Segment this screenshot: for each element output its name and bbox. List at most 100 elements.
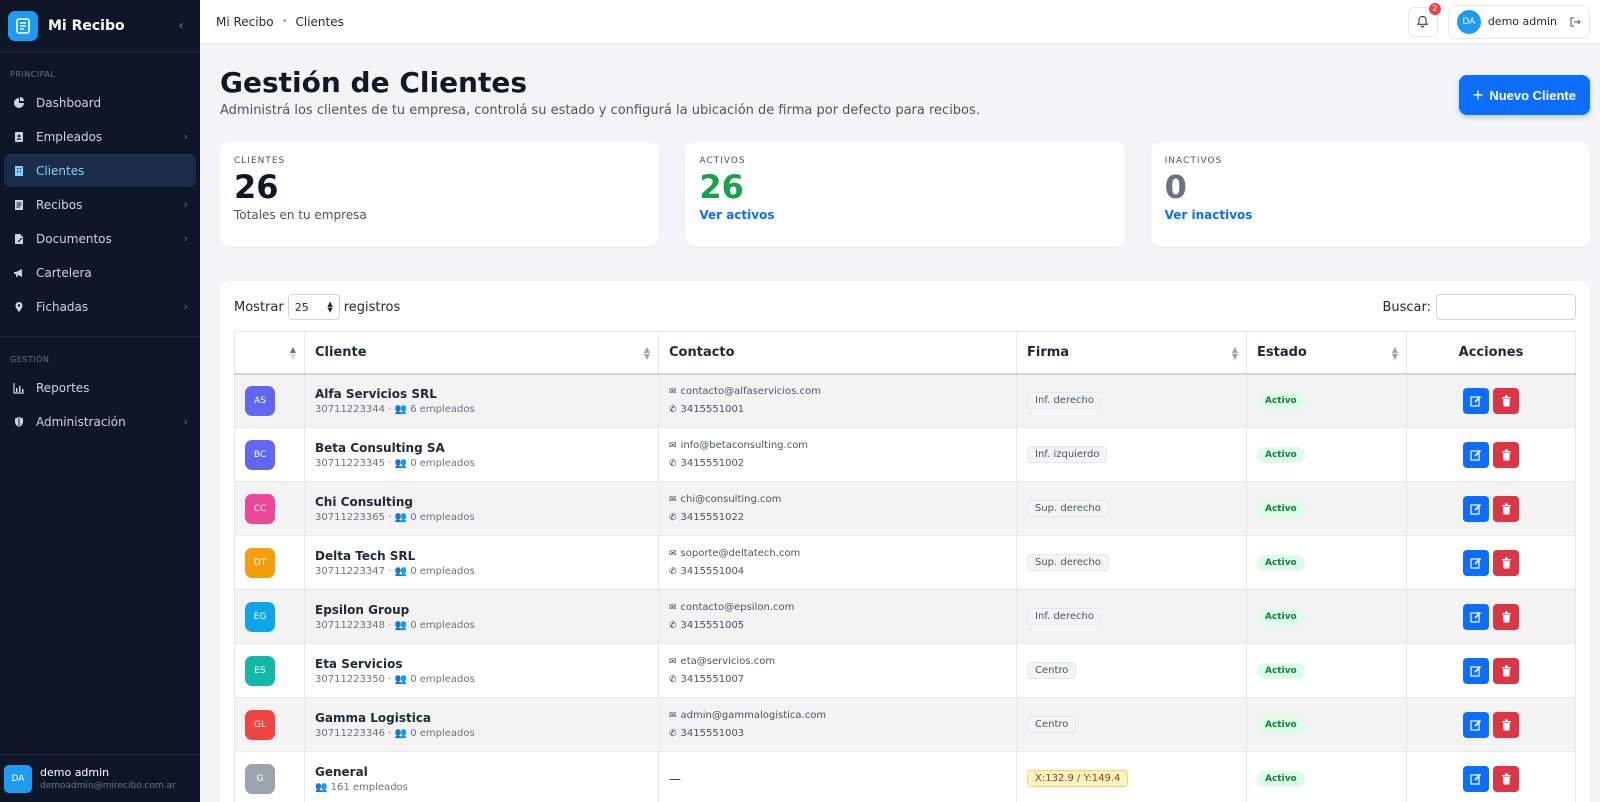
edit-button[interactable] — [1463, 765, 1489, 792]
delete-button[interactable] — [1493, 711, 1519, 738]
location-pin-icon — [12, 300, 26, 314]
sidebar-item-clientes[interactable]: Clientes — [4, 154, 196, 187]
sort-icon: ▲ ▼ — [643, 345, 650, 361]
contact-cell: ✉ info@betaconsulting.com ✆ 3415551002 — [658, 427, 1017, 482]
delete-button[interactable] — [1493, 603, 1519, 630]
column-header-estado[interactable]: Estado ▲ ▼ — [1246, 331, 1407, 375]
delete-button[interactable] — [1493, 495, 1519, 522]
stat-label: ACTIVOS — [699, 156, 746, 166]
breadcrumb-home[interactable]: Mi Recibo — [216, 15, 274, 29]
stat-card-clientes: CLIENTES 26 Totales en tu empresa — [220, 142, 660, 247]
firma-badge: X:132.9 / Y:149.4 — [1027, 770, 1129, 787]
client-email: soporte@deltatech.com — [680, 547, 801, 559]
edit-button[interactable] — [1463, 441, 1489, 468]
actions-cell — [1406, 697, 1576, 752]
stat-note: Totales en tu empresa — [234, 208, 367, 222]
show-label: Mostrar — [234, 299, 284, 315]
delete-button[interactable] — [1493, 441, 1519, 468]
edit-button[interactable] — [1463, 495, 1489, 522]
sidebar-item-administracion[interactable]: Administración › — [4, 405, 196, 438]
contact-cell: ✉ chi@consulting.com ✆ 3415551022 — [658, 481, 1017, 536]
section-label-gestion: GESTIÓN — [10, 355, 50, 364]
delete-button[interactable] — [1493, 387, 1519, 414]
notifications-button[interactable]: 2 — [1407, 2, 1441, 37]
users-icon: 👥 — [394, 619, 407, 631]
firma-cell: X:132.9 / Y:149.4 — [1016, 751, 1247, 802]
firma-badge: Centro — [1027, 662, 1077, 679]
status-badge: Activo — [1257, 717, 1305, 733]
envelope-icon: ✉ — [669, 548, 677, 559]
sidebar-item-label: Reportes — [36, 380, 90, 395]
column-header-firma[interactable]: Firma ▲ ▼ — [1016, 331, 1247, 375]
client-employees: 0 empleados — [410, 565, 475, 577]
edit-button[interactable] — [1463, 549, 1489, 576]
client-employees: 0 empleados — [410, 619, 475, 631]
sidebar-item-documentos[interactable]: Documentos › — [4, 222, 196, 255]
dashboard-icon — [12, 96, 26, 110]
table-toolbar: Mostrar 25 ▲ ▼ registros Buscar: — [234, 293, 1576, 321]
delete-button[interactable] — [1493, 657, 1519, 684]
users-icon: 👥 — [394, 457, 407, 469]
nav-gestion: Reportes Administración › — [0, 370, 200, 439]
sidebar-item-empleados[interactable]: Empleados › — [4, 120, 196, 153]
user-name: demo admin — [40, 766, 110, 779]
column-header-contacto[interactable]: Contacto — [658, 331, 1017, 375]
app-logo-icon[interactable] — [8, 10, 38, 41]
sidebar-item-label: Clientes — [36, 163, 85, 178]
client-cell: Eta Servicios 30711223350 · 👥 0 empleados — [304, 643, 659, 698]
sidebar-user[interactable]: DA demo admin demoadmin@mirecibo.com.ar — [0, 754, 200, 802]
phone-icon: ✆ — [669, 728, 677, 739]
stat-value: 26 — [699, 168, 744, 206]
status-badge: Activo — [1257, 663, 1305, 679]
firma-cell: Centro — [1016, 697, 1247, 752]
sidebar-item-dashboard[interactable]: Dashboard — [4, 86, 196, 119]
column-header-avatar[interactable]: ▲ ▼ — [234, 331, 305, 375]
nav-principal: Dashboard Empleados › Clientes Recibos › Docum… — [0, 85, 200, 324]
sidebar-item-label: Recibos — [36, 197, 83, 212]
phone-icon: ✆ — [669, 674, 677, 685]
client-cuit: 30711223350 — [315, 673, 385, 685]
page-size-select[interactable]: 25 ▲ ▼ — [287, 294, 340, 320]
firma-badge: Sup. derecho — [1027, 500, 1109, 517]
avatar-cell: AS — [234, 373, 305, 428]
sidebar-item-label: Dashboard — [36, 95, 102, 110]
stat-card-activos: ACTIVOS 26 Ver activos — [685, 142, 1125, 247]
edit-button[interactable] — [1463, 711, 1489, 738]
chart-icon — [12, 381, 26, 395]
trash-icon — [1501, 665, 1511, 676]
client-name: General — [315, 764, 368, 779]
sidebar-item-fichadas[interactable]: Fichadas › — [4, 290, 196, 323]
collapse-sidebar-icon[interactable]: ‹ — [170, 18, 192, 34]
estado-cell: Activo — [1246, 643, 1407, 698]
contact-cell: ✉ contacto@alfaservicios.com ✆ 3415551001 — [658, 373, 1017, 428]
client-email: contacto@alfaservicios.com — [680, 385, 821, 397]
building-icon — [12, 164, 26, 178]
client-cell: Chi Consulting 30711223365 · 👥 0 empleado… — [304, 481, 659, 536]
sidebar-item-recibos[interactable]: Recibos › — [4, 188, 196, 221]
sidebar-item-reportes[interactable]: Reportes — [4, 371, 196, 404]
delete-button[interactable] — [1493, 765, 1519, 792]
client-employees: 6 empleados — [410, 403, 475, 415]
estado-cell: Activo — [1246, 481, 1407, 536]
actions-cell — [1406, 643, 1576, 698]
column-header-cliente[interactable]: Cliente ▲ ▼ — [304, 331, 659, 375]
new-client-button[interactable]: + Nuevo Cliente — [1458, 75, 1590, 115]
search-input[interactable] — [1436, 294, 1576, 320]
edit-button[interactable] — [1463, 387, 1489, 414]
edit-icon — [1470, 611, 1482, 623]
sidebar-item-cartelera[interactable]: Cartelera — [4, 256, 196, 289]
stat-label: CLIENTES — [234, 156, 286, 166]
firma-badge: Inf. izquierdo — [1027, 446, 1108, 463]
actions-cell — [1406, 427, 1576, 482]
edit-button[interactable] — [1463, 657, 1489, 684]
trash-icon — [1501, 611, 1511, 622]
status-badge: Activo — [1257, 555, 1305, 571]
sidebar-item-label: Documentos — [36, 231, 112, 246]
client-name: Delta Tech SRL — [315, 548, 416, 563]
view-active-link[interactable]: Ver activos — [699, 208, 1110, 222]
delete-button[interactable] — [1493, 549, 1519, 576]
view-inactive-link[interactable]: Ver inactivos — [1165, 208, 1576, 222]
user-menu[interactable]: DA demo admin — [1447, 4, 1590, 39]
edit-button[interactable] — [1463, 603, 1489, 630]
logout-icon[interactable] — [1569, 16, 1581, 28]
